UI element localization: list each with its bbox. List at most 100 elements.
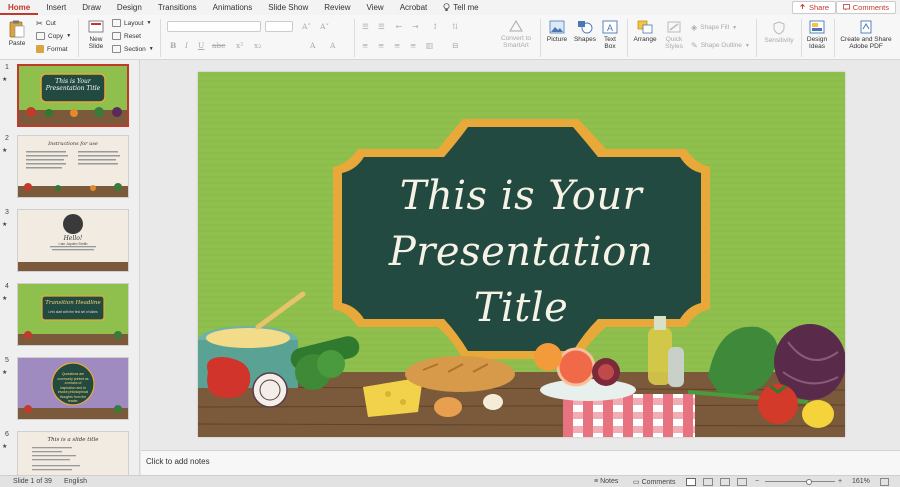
shapes-button[interactable]: Shapes [572,20,598,43]
underline-button[interactable]: U [198,41,204,50]
line-spacing-button[interactable]: ↕ [432,22,438,31]
thumbnail-preview: Hello! I am Jayden Smith [17,209,129,272]
increase-indent-button[interactable]: ⇥ [412,22,418,31]
tab-slide-show[interactable]: Slide Show [260,0,316,15]
create-adobe-pdf-button[interactable]: Create and Share Adobe PDF [836,20,896,50]
paste-button[interactable]: Paste [6,20,28,47]
font-color-button[interactable]: A [310,41,315,50]
slideshow-view-button[interactable] [737,478,747,486]
reading-view-button[interactable] [720,478,730,486]
cut-button[interactable]: ✂ Cut [36,19,56,28]
section-icon [112,45,121,53]
slide-thumbnail[interactable]: 2 ★ Instructions for use [0,133,139,201]
zoom-level[interactable]: 161% [852,478,870,485]
tab-design[interactable]: Design [109,0,150,15]
align-left-button[interactable]: ≡ [362,41,368,50]
normal-view-button[interactable] [686,478,696,486]
tab-view[interactable]: View [359,0,392,15]
bold-button[interactable]: B [170,41,176,50]
quick-styles-button[interactable]: Quick Styles [662,20,686,50]
reset-button[interactable]: Reset [112,32,141,40]
sensitivity-button[interactable]: Sensitivity [760,21,798,44]
tab-home[interactable]: Home [0,0,39,15]
notes-icon: ≡ [594,478,599,485]
new-slide-label-2: Slide [88,43,104,50]
slide-sorter-button[interactable] [703,478,713,486]
notes-pane[interactable]: Click to add notes [141,450,900,475]
fit-slide-icon[interactable] [880,478,889,486]
slide-number: 6 [5,431,9,438]
shape-outline-button[interactable]: ✎ Shape Outline ▼ [691,41,750,50]
convert-smartart-button[interactable]: Convert to SmartArt [496,19,536,49]
slide-thumbnail[interactable]: 4 ★ Transition Headline Let's start with… [0,281,139,349]
highlight-button[interactable]: A [330,41,335,50]
comments-toggle-button[interactable]: ▭ Comments [633,478,675,487]
bullets-button[interactable]: ☰ [362,22,369,31]
justify-button[interactable]: ≡ [410,41,416,50]
thumbnail-art [18,295,128,345]
tomato [758,384,798,424]
arrange-button[interactable]: Arrange [632,20,658,43]
slide-thumbnail[interactable]: 3 ★ Hello! I am Jayden Smith [0,207,139,275]
baguette [405,356,515,392]
slide-title[interactable]: This is Your Presentation Title [338,168,704,336]
text-direction-button[interactable]: ⇅ [452,22,458,31]
font-size-combo[interactable] [265,21,293,32]
zoom-in-button[interactable]: + [838,478,842,485]
superscript-button[interactable]: x² [236,41,243,50]
zoom-slider-handle[interactable] [806,479,812,485]
thumbnail-art [32,447,80,471]
reset-icon [112,32,121,40]
chevron-down-icon: ▼ [148,46,154,52]
zoom-out-button[interactable]: − [755,478,759,485]
tab-insert[interactable]: Insert [38,0,74,15]
picture-button[interactable]: Picture [545,20,569,43]
layout-button[interactable]: Layout ▼ [112,19,151,27]
adobe-label-2: Adobe PDF [849,43,883,50]
pen-icon: ✎ [691,41,698,50]
reset-label: Reset [124,32,141,40]
slide-thumbnail[interactable]: 6 ★ This is a slide title [0,429,139,475]
shapes-icon [578,21,593,34]
shape-fill-button[interactable]: ◈ Shape Fill ▼ [691,23,737,32]
slide-thumbnail[interactable]: 5 ★ Quotations are commonly printed as a… [0,355,139,423]
tab-review[interactable]: Review [316,0,358,15]
columns-button[interactable]: ▥ [426,41,433,50]
share-button[interactable]: Share [791,1,836,14]
numbering-button[interactable]: ☰ [378,22,385,31]
thumbnail-preview: This is Your Presentation Title [17,64,129,127]
decrease-font-button[interactable]: A˅ [320,22,329,31]
tab-draw[interactable]: Draw [74,0,109,15]
shapes-label: Shapes [573,36,597,43]
strikethrough-button[interactable]: abc [212,41,225,50]
notes-toggle-button[interactable]: ≡ Notes [594,478,618,485]
text-box-button[interactable]: A Text Box [600,20,620,50]
zoom-slider[interactable] [765,481,835,482]
tab-animations[interactable]: Animations [205,0,261,15]
section-button[interactable]: Section ▼ [112,45,154,53]
subscript-button[interactable]: x₂ [254,41,261,50]
tab-transitions[interactable]: Transitions [150,0,205,15]
copy-button[interactable]: Copy ▼ [36,32,71,40]
italic-button[interactable]: I [185,41,188,50]
share-label: Share [808,3,829,12]
current-slide[interactable]: This is Your Presentation Title [198,72,845,437]
font-name-combo[interactable] [167,21,261,32]
orange [534,343,562,371]
language-indicator[interactable]: English [64,478,87,485]
tell-me-search[interactable]: Tell me [435,0,486,15]
tab-acrobat[interactable]: Acrobat [392,0,436,15]
comments-button[interactable]: Comments [835,1,896,14]
align-center-button[interactable]: ≡ [378,41,384,50]
align-text-button[interactable]: ⊟ [452,41,458,50]
animation-star-icon: ★ [2,444,8,450]
decrease-indent-button[interactable]: ⇤ [396,22,402,31]
align-right-button[interactable]: ≡ [394,41,400,50]
design-ideas-button[interactable]: Design Ideas [804,20,830,50]
new-slide-button[interactable]: New Slide [84,20,108,50]
thumbnail-subtitle: Let's start with the first set of slides [48,310,98,314]
slide-thumbnail[interactable]: 1 ★ This is Your Presentation Title [0,62,139,130]
increase-font-button[interactable]: A˄ [302,22,311,31]
format-painter-button[interactable]: Format [36,45,68,53]
comments-label: Comments [852,3,889,12]
